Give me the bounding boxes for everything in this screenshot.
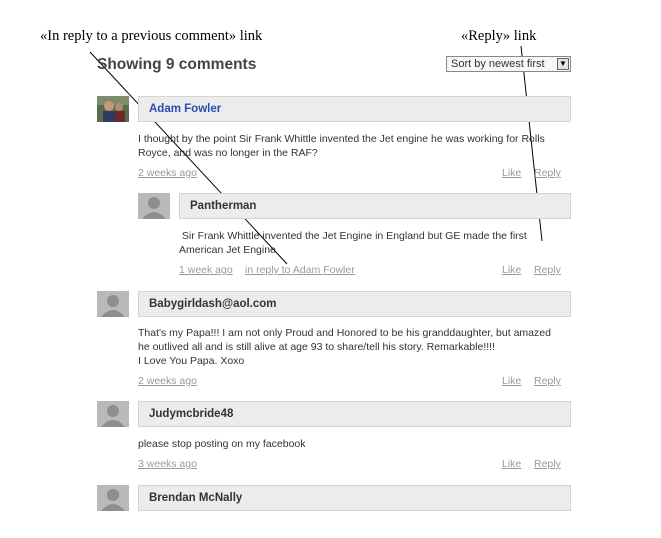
sort-dropdown[interactable]: Sort by newest first ▼ — [446, 56, 571, 72]
sort-dropdown-label: Sort by newest first — [451, 58, 545, 70]
avatar-photo[interactable] — [97, 96, 129, 122]
comment-text-line: Royce, and was no longer in the RAF? — [138, 147, 318, 159]
comment-author-name[interactable]: Judymcbride48 — [138, 401, 571, 427]
comment-text: I thought by the point Sir Frank Whittle… — [138, 132, 578, 160]
avatar-placeholder-icon[interactable] — [97, 485, 129, 511]
comment-author-name[interactable]: Babygirldash@aol.com — [138, 291, 571, 317]
comment-author-name[interactable]: Brendan McNally — [138, 485, 571, 511]
like-link[interactable]: Like — [502, 375, 521, 387]
reply-link[interactable]: Reply — [534, 458, 561, 470]
comment-timestamp-link[interactable]: 3 weeks ago — [138, 458, 197, 470]
reply-link[interactable]: Reply — [534, 167, 561, 179]
comment-text: That's my Papa!!! I am not only Proud an… — [138, 326, 578, 368]
comment-timestamp-link[interactable]: 2 weeks ago — [138, 167, 197, 179]
in-reply-to-link[interactable]: in reply to Adam Fowler — [245, 264, 355, 276]
comment-timestamp-link[interactable]: 2 weeks ago — [138, 375, 197, 387]
comment-text-line: I Love You Papa. Xoxo — [138, 355, 245, 367]
comment-text: Sir Frank Whittle invented the Jet Engin… — [179, 229, 569, 257]
annotation-in-reply-link: «In reply to a previous comment» link — [40, 28, 263, 44]
like-link[interactable]: Like — [502, 458, 521, 470]
comment-text: please stop posting on my facebook — [138, 437, 578, 451]
avatar-placeholder-icon[interactable] — [97, 401, 129, 427]
reply-link[interactable]: Reply — [534, 375, 561, 387]
comment-timestamp-link[interactable]: 1 week ago — [179, 264, 233, 276]
avatar-placeholder-icon[interactable] — [97, 291, 129, 317]
reply-link[interactable]: Reply — [534, 264, 561, 276]
comment-text-line: he outlived all and is still alive at ag… — [138, 341, 495, 353]
comment-text-line: please stop posting on my facebook — [138, 438, 306, 450]
comment-text-line: That's my Papa!!! I am not only Proud an… — [138, 327, 551, 339]
like-link[interactable]: Like — [502, 264, 521, 276]
avatar-placeholder-icon[interactable] — [138, 193, 170, 219]
comment-text-line: Sir Frank Whittle invented the Jet Engin… — [179, 230, 527, 242]
like-link[interactable]: Like — [502, 167, 521, 179]
comments-count-heading: Showing 9 comments — [97, 56, 257, 73]
comment-text-line: American Jet Engine — [179, 244, 276, 256]
annotation-reply-link: «Reply» link — [461, 28, 537, 44]
comment-author-name[interactable]: Pantherman — [179, 193, 571, 219]
chevron-down-icon[interactable]: ▼ — [557, 58, 569, 70]
comment-author-name[interactable]: Adam Fowler — [138, 96, 571, 122]
comment-text-line: I thought by the point Sir Frank Whittle… — [138, 133, 545, 145]
